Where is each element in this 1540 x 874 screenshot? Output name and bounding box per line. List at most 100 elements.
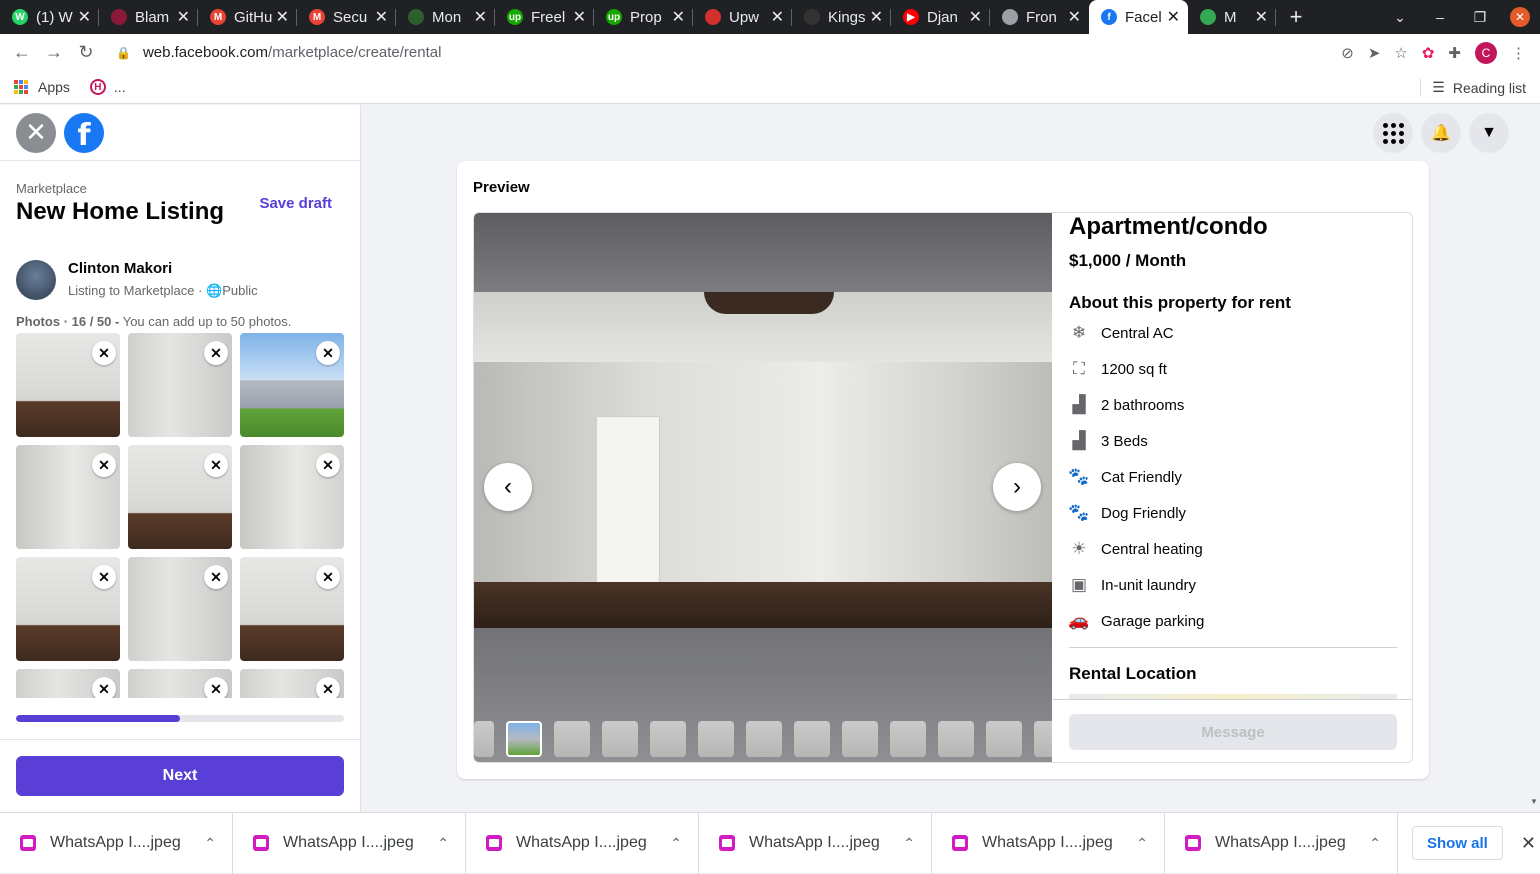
- filmstrip-thumb[interactable]: [698, 721, 734, 757]
- remove-photo-icon[interactable]: ✕: [92, 677, 116, 698]
- filmstrip-thumb[interactable]: [938, 721, 974, 757]
- lock-icon[interactable]: 🔒: [116, 46, 131, 60]
- minimize-button[interactable]: –: [1420, 9, 1460, 25]
- camera-blocked-icon[interactable]: ⊘: [1341, 44, 1354, 62]
- filmstrip-thumb[interactable]: [890, 721, 926, 757]
- browser-tab[interactable]: Fron ✕: [990, 0, 1089, 34]
- color-extension-icon[interactable]: ✿: [1422, 44, 1435, 62]
- browser-tab[interactable]: Blam ✕: [99, 0, 198, 34]
- remove-photo-icon[interactable]: ✕: [204, 677, 228, 698]
- close-tab-icon[interactable]: ✕: [771, 7, 784, 27]
- remove-photo-icon[interactable]: ✕: [204, 565, 228, 589]
- chevron-up-icon[interactable]: ⌃: [1369, 835, 1381, 852]
- close-tab-icon[interactable]: ✕: [870, 7, 883, 27]
- breadcrumb[interactable]: Marketplace: [16, 181, 344, 196]
- show-all-downloads-button[interactable]: Show all: [1412, 826, 1503, 860]
- url-field[interactable]: 🔒 web.facebook.com/marketplace/create/re…: [116, 44, 1341, 61]
- chevron-up-icon[interactable]: ⌃: [1136, 835, 1148, 852]
- filmstrip-thumb[interactable]: [650, 721, 686, 757]
- filmstrip-thumb[interactable]: [746, 721, 782, 757]
- photo-thumbnail[interactable]: ✕: [16, 333, 120, 437]
- browser-tab[interactable]: M ✕: [1188, 0, 1276, 34]
- photo-thumbnail[interactable]: ✕: [240, 557, 344, 661]
- close-tab-icon[interactable]: ✕: [672, 7, 685, 27]
- browser-tab[interactable]: up Prop ✕: [594, 0, 693, 34]
- remove-photo-icon[interactable]: ✕: [316, 453, 340, 477]
- tab-search-icon[interactable]: ⌄: [1380, 9, 1420, 26]
- filmstrip-thumb[interactable]: [554, 721, 590, 757]
- browser-tab[interactable]: f Facel ✕: [1089, 0, 1188, 34]
- close-tab-icon[interactable]: ✕: [375, 7, 388, 27]
- page-scrollbar[interactable]: ▼: [1528, 105, 1540, 812]
- more-bookmarks[interactable]: ...: [114, 79, 126, 95]
- remove-photo-icon[interactable]: ✕: [204, 453, 228, 477]
- browser-menu-icon[interactable]: ⋮: [1511, 44, 1526, 62]
- extensions-puzzle-icon[interactable]: ✚: [1448, 44, 1461, 62]
- close-downloads-icon[interactable]: ✕: [1521, 833, 1536, 854]
- close-tab-icon[interactable]: ✕: [573, 7, 586, 27]
- filmstrip-thumb[interactable]: [474, 721, 494, 757]
- message-button[interactable]: Message: [1069, 714, 1397, 750]
- download-item[interactable]: WhatsApp I....jpeg ⌃: [233, 812, 466, 874]
- restore-button[interactable]: ❐: [1460, 9, 1500, 26]
- profile-avatar[interactable]: C: [1475, 41, 1497, 64]
- close-tab-icon[interactable]: ✕: [474, 7, 487, 27]
- bookmark-star-icon[interactable]: ☆: [1394, 44, 1407, 62]
- main-photo[interactable]: [474, 292, 1052, 628]
- photo-thumbnail[interactable]: ✕: [128, 333, 232, 437]
- remove-photo-icon[interactable]: ✕: [92, 341, 116, 365]
- close-tab-icon[interactable]: ✕: [1068, 7, 1081, 27]
- download-item[interactable]: WhatsApp I....jpeg ⌃: [932, 812, 1165, 874]
- browser-tab[interactable]: Upw ✕: [693, 0, 792, 34]
- filmstrip-thumb[interactable]: [842, 721, 878, 757]
- send-icon[interactable]: ➤: [1368, 44, 1381, 62]
- h-bookmark-icon[interactable]: H: [89, 79, 106, 95]
- browser-tab[interactable]: W (1) W ✕: [0, 0, 99, 34]
- new-tab-button[interactable]: +: [1276, 0, 1316, 34]
- next-photo-button[interactable]: ›: [993, 463, 1041, 511]
- download-item[interactable]: WhatsApp I....jpeg ⌃: [1165, 812, 1398, 874]
- browser-tab[interactable]: Mon ✕: [396, 0, 495, 34]
- remove-photo-icon[interactable]: ✕: [92, 565, 116, 589]
- reading-list-button[interactable]: ☰ Reading list: [1420, 71, 1526, 104]
- previous-photo-button[interactable]: ‹: [484, 463, 532, 511]
- browser-tab[interactable]: up Freel ✕: [495, 0, 594, 34]
- browser-tab[interactable]: M GitHu ✕: [198, 0, 297, 34]
- chevron-up-icon[interactable]: ⌃: [670, 835, 682, 852]
- close-window-button[interactable]: ✕: [1510, 7, 1530, 27]
- filmstrip-thumb[interactable]: [986, 721, 1022, 757]
- remove-photo-icon[interactable]: ✕: [92, 453, 116, 477]
- filmstrip-thumb[interactable]: [794, 721, 830, 757]
- chevron-up-icon[interactable]: ⌃: [204, 835, 216, 852]
- account-dropdown-icon[interactable]: ▼: [1469, 113, 1509, 153]
- facebook-logo-icon[interactable]: f: [64, 112, 104, 153]
- photo-thumbnail[interactable]: ✕: [16, 557, 120, 661]
- filmstrip-thumb[interactable]: [1034, 721, 1052, 757]
- filmstrip-thumb-selected[interactable]: [506, 721, 542, 757]
- notifications-bell-icon[interactable]: 🔔: [1421, 113, 1461, 153]
- photo-thumbnail[interactable]: ✕: [240, 669, 344, 698]
- save-draft-button[interactable]: Save draft: [259, 195, 332, 212]
- chevron-up-icon[interactable]: ⌃: [437, 835, 449, 852]
- photo-thumbnail[interactable]: ✕: [128, 445, 232, 549]
- filmstrip-thumb[interactable]: [602, 721, 638, 757]
- browser-tab[interactable]: M Secu ✕: [297, 0, 396, 34]
- apps-bookmark[interactable]: Apps: [38, 79, 70, 95]
- close-tab-icon[interactable]: ✕: [276, 7, 289, 27]
- remove-photo-icon[interactable]: ✕: [316, 341, 340, 365]
- photo-thumbnail[interactable]: ✕: [240, 333, 344, 437]
- close-tab-icon[interactable]: ✕: [177, 7, 190, 27]
- next-button[interactable]: Next: [16, 756, 344, 796]
- photo-thumbnail[interactable]: ✕: [128, 557, 232, 661]
- close-tab-icon[interactable]: ✕: [1167, 7, 1180, 27]
- close-tab-icon[interactable]: ✕: [1255, 7, 1268, 27]
- photo-thumbnail[interactable]: ✕: [16, 445, 120, 549]
- close-tab-icon[interactable]: ✕: [78, 7, 91, 27]
- download-item[interactable]: WhatsApp I....jpeg ⌃: [0, 812, 233, 874]
- photo-thumbnail[interactable]: ✕: [16, 669, 120, 698]
- back-button[interactable]: ←: [6, 42, 38, 63]
- reload-button[interactable]: ↻: [70, 42, 102, 63]
- photo-thumbnail[interactable]: ✕: [128, 669, 232, 698]
- menu-grid-icon[interactable]: [1373, 113, 1413, 153]
- browser-tab[interactable]: Kings ✕: [792, 0, 891, 34]
